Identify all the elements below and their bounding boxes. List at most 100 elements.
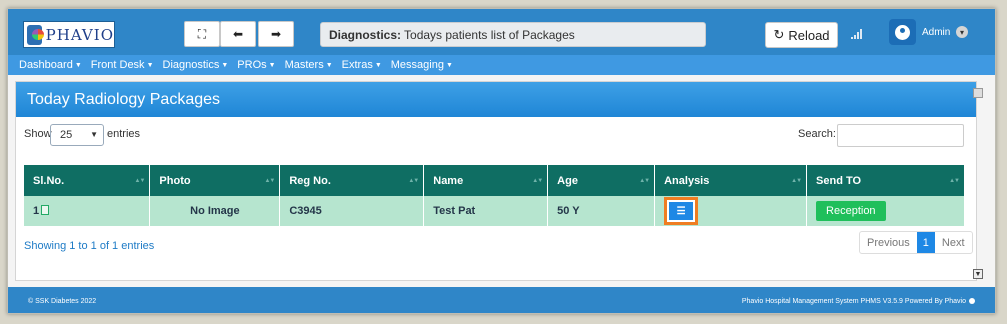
- table-info: Showing 1 to 1 of 1 entries: [24, 240, 155, 252]
- pagination: Previous 1 Next: [859, 231, 973, 254]
- logo-text: PHAVIO: [45, 25, 114, 44]
- header-label: Photo: [159, 174, 191, 187]
- menu-messaging[interactable]: Messaging ▼: [391, 59, 453, 71]
- page-context-bar[interactable]: Diagnostics: Todays patients list of Pac…: [320, 22, 706, 47]
- sort-icon: ▲▼: [532, 178, 543, 184]
- menu-front-desk[interactable]: Front Desk ▼: [91, 59, 154, 71]
- user-name[interactable]: Admin: [922, 27, 950, 38]
- show-label: Show: [24, 128, 52, 140]
- menu-diagnostics[interactable]: Diagnostics ▼: [163, 59, 229, 71]
- menu-extras[interactable]: Extras ▼: [342, 59, 382, 71]
- cell-send-to: Reception: [806, 196, 965, 226]
- avatar[interactable]: [889, 19, 916, 45]
- arrow-right-icon: ➡: [270, 27, 282, 41]
- menu-dashboard[interactable]: Dashboard ▼: [19, 59, 82, 71]
- user-icon: [895, 24, 910, 40]
- col-analysis[interactable]: Analysis ▲▼: [654, 165, 808, 196]
- cell-slno: 1: [24, 196, 151, 226]
- col-slno[interactable]: Sl.No. ▲▼: [24, 165, 151, 196]
- packages-panel: Today Radiology Packages Show 25 ▼ entri…: [15, 81, 977, 281]
- chevron-down-icon: ▼: [90, 130, 98, 139]
- expand-icon: ⛶: [197, 26, 207, 41]
- caret-down-icon: ▼: [325, 61, 333, 69]
- main-menu: Dashboard ▼ Front Desk ▼ Diagnostics ▼ PROs…: [8, 55, 995, 75]
- packages-table: Sl.No. ▲▼ Photo ▲▼ Reg No. ▲▼ Name ▲▼ Age ▲▼ …: [24, 165, 965, 226]
- caret-down-icon: ▼: [221, 61, 229, 69]
- caret-down-icon: ▼: [445, 61, 453, 69]
- scrollbar-down[interactable]: ▼: [973, 269, 983, 279]
- sort-icon: ▲▼: [949, 178, 960, 184]
- next-button[interactable]: Next: [935, 232, 972, 253]
- cell-age: 50 Y: [547, 196, 656, 226]
- list-icon: ☰: [669, 202, 694, 220]
- entries-select[interactable]: 25 ▼: [50, 124, 104, 146]
- reload-button[interactable]: ↻ Reload: [765, 22, 838, 48]
- cell-regno: C3945: [279, 196, 425, 226]
- header-label: Analysis: [664, 174, 710, 187]
- cell-name: Test Pat: [423, 196, 549, 226]
- context-text: Todays patients list of Packages: [404, 27, 575, 42]
- table-row: 1 No Image C3945 Test Pat 50 Y ☰ Recepti…: [24, 196, 965, 226]
- header-label: Sl.No.: [33, 174, 65, 187]
- menu-pros[interactable]: PROs ▼: [237, 59, 275, 71]
- table-header-row: Sl.No. ▲▼ Photo ▲▼ Reg No. ▲▼ Name ▲▼ Age ▲▼ …: [24, 165, 965, 196]
- dot-icon: [969, 297, 975, 304]
- logo-mark-icon: [27, 24, 44, 45]
- arrow-left-icon: ⬅: [232, 27, 244, 41]
- menu-label: Masters: [284, 59, 324, 71]
- reception-button[interactable]: Reception: [816, 201, 886, 221]
- sort-icon: ▲▼: [639, 178, 650, 184]
- col-name[interactable]: Name ▲▼: [423, 165, 549, 196]
- caret-down-icon: ▼: [74, 61, 82, 69]
- table-controls: Show 25 ▼ entries Search:: [16, 117, 976, 153]
- search-label: Search:: [798, 128, 836, 140]
- entries-value: 25: [60, 129, 73, 141]
- previous-button[interactable]: Previous: [860, 232, 917, 253]
- menu-label: Dashboard: [19, 59, 73, 71]
- slno-value: 1: [33, 205, 40, 217]
- search-input[interactable]: [837, 124, 964, 147]
- logo[interactable]: PHAVIO: [23, 21, 115, 48]
- header-label: Send TO: [816, 174, 862, 187]
- header-label: Reg No.: [289, 174, 331, 187]
- footer: © SSK Diabetes 2022 Phavio Hospital Mana…: [8, 287, 995, 313]
- document-icon[interactable]: [41, 205, 50, 215]
- menu-label: Diagnostics: [162, 59, 220, 71]
- caret-down-icon: ▼: [146, 61, 154, 69]
- entries-label: entries: [107, 128, 141, 140]
- header-label: Name: [433, 174, 464, 187]
- fullscreen-button[interactable]: ⛶: [184, 21, 220, 47]
- col-age[interactable]: Age ▲▼: [547, 165, 656, 196]
- app-window: PHAVIO ⛶ ⬅ ➡ Diagnostics: Todays patient…: [7, 8, 996, 314]
- sort-icon: ▲▼: [408, 178, 419, 184]
- menu-masters[interactable]: Masters ▼: [285, 59, 333, 71]
- sort-icon: ▲▼: [791, 178, 802, 184]
- footer-credits: Phavio Hospital Management System PHMS V…: [741, 297, 975, 305]
- panel-title: Today Radiology Packages: [16, 82, 976, 117]
- context-prefix: Diagnostics:: [329, 27, 402, 42]
- col-photo[interactable]: Photo ▲▼: [149, 165, 281, 196]
- menu-label: Front Desk: [90, 59, 145, 71]
- top-bar: PHAVIO ⛶ ⬅ ➡ Diagnostics: Todays patient…: [8, 9, 995, 55]
- menu-label: Extras: [341, 59, 373, 71]
- signal-icon: [851, 29, 863, 39]
- cell-photo: No Image: [149, 196, 281, 226]
- chevron-down-icon[interactable]: ▾: [956, 26, 968, 38]
- refresh-icon: ↻: [773, 27, 785, 42]
- back-button[interactable]: ⬅: [220, 21, 256, 47]
- scrollbar-up[interactable]: [973, 88, 983, 98]
- footer-copyright: © SSK Diabetes 2022: [28, 297, 97, 305]
- analysis-button[interactable]: ☰: [664, 197, 699, 225]
- col-regno[interactable]: Reg No. ▲▼: [279, 165, 425, 196]
- sort-icon: ▲▼: [264, 178, 275, 184]
- forward-button[interactable]: ➡: [258, 21, 294, 47]
- caret-down-icon: ▼: [268, 61, 276, 69]
- menu-label: PROs: [237, 59, 267, 71]
- header-label: Age: [557, 174, 578, 187]
- footer-brand[interactable]: Phavio: [945, 298, 966, 305]
- footer-credits-text: Phavio Hospital Management System PHMS V…: [741, 297, 943, 305]
- sort-icon: ▲▼: [134, 178, 146, 184]
- caret-down-icon: ▼: [374, 61, 382, 69]
- page-1-button[interactable]: 1: [916, 232, 935, 253]
- col-send-to[interactable]: Send TO ▲▼: [806, 165, 965, 196]
